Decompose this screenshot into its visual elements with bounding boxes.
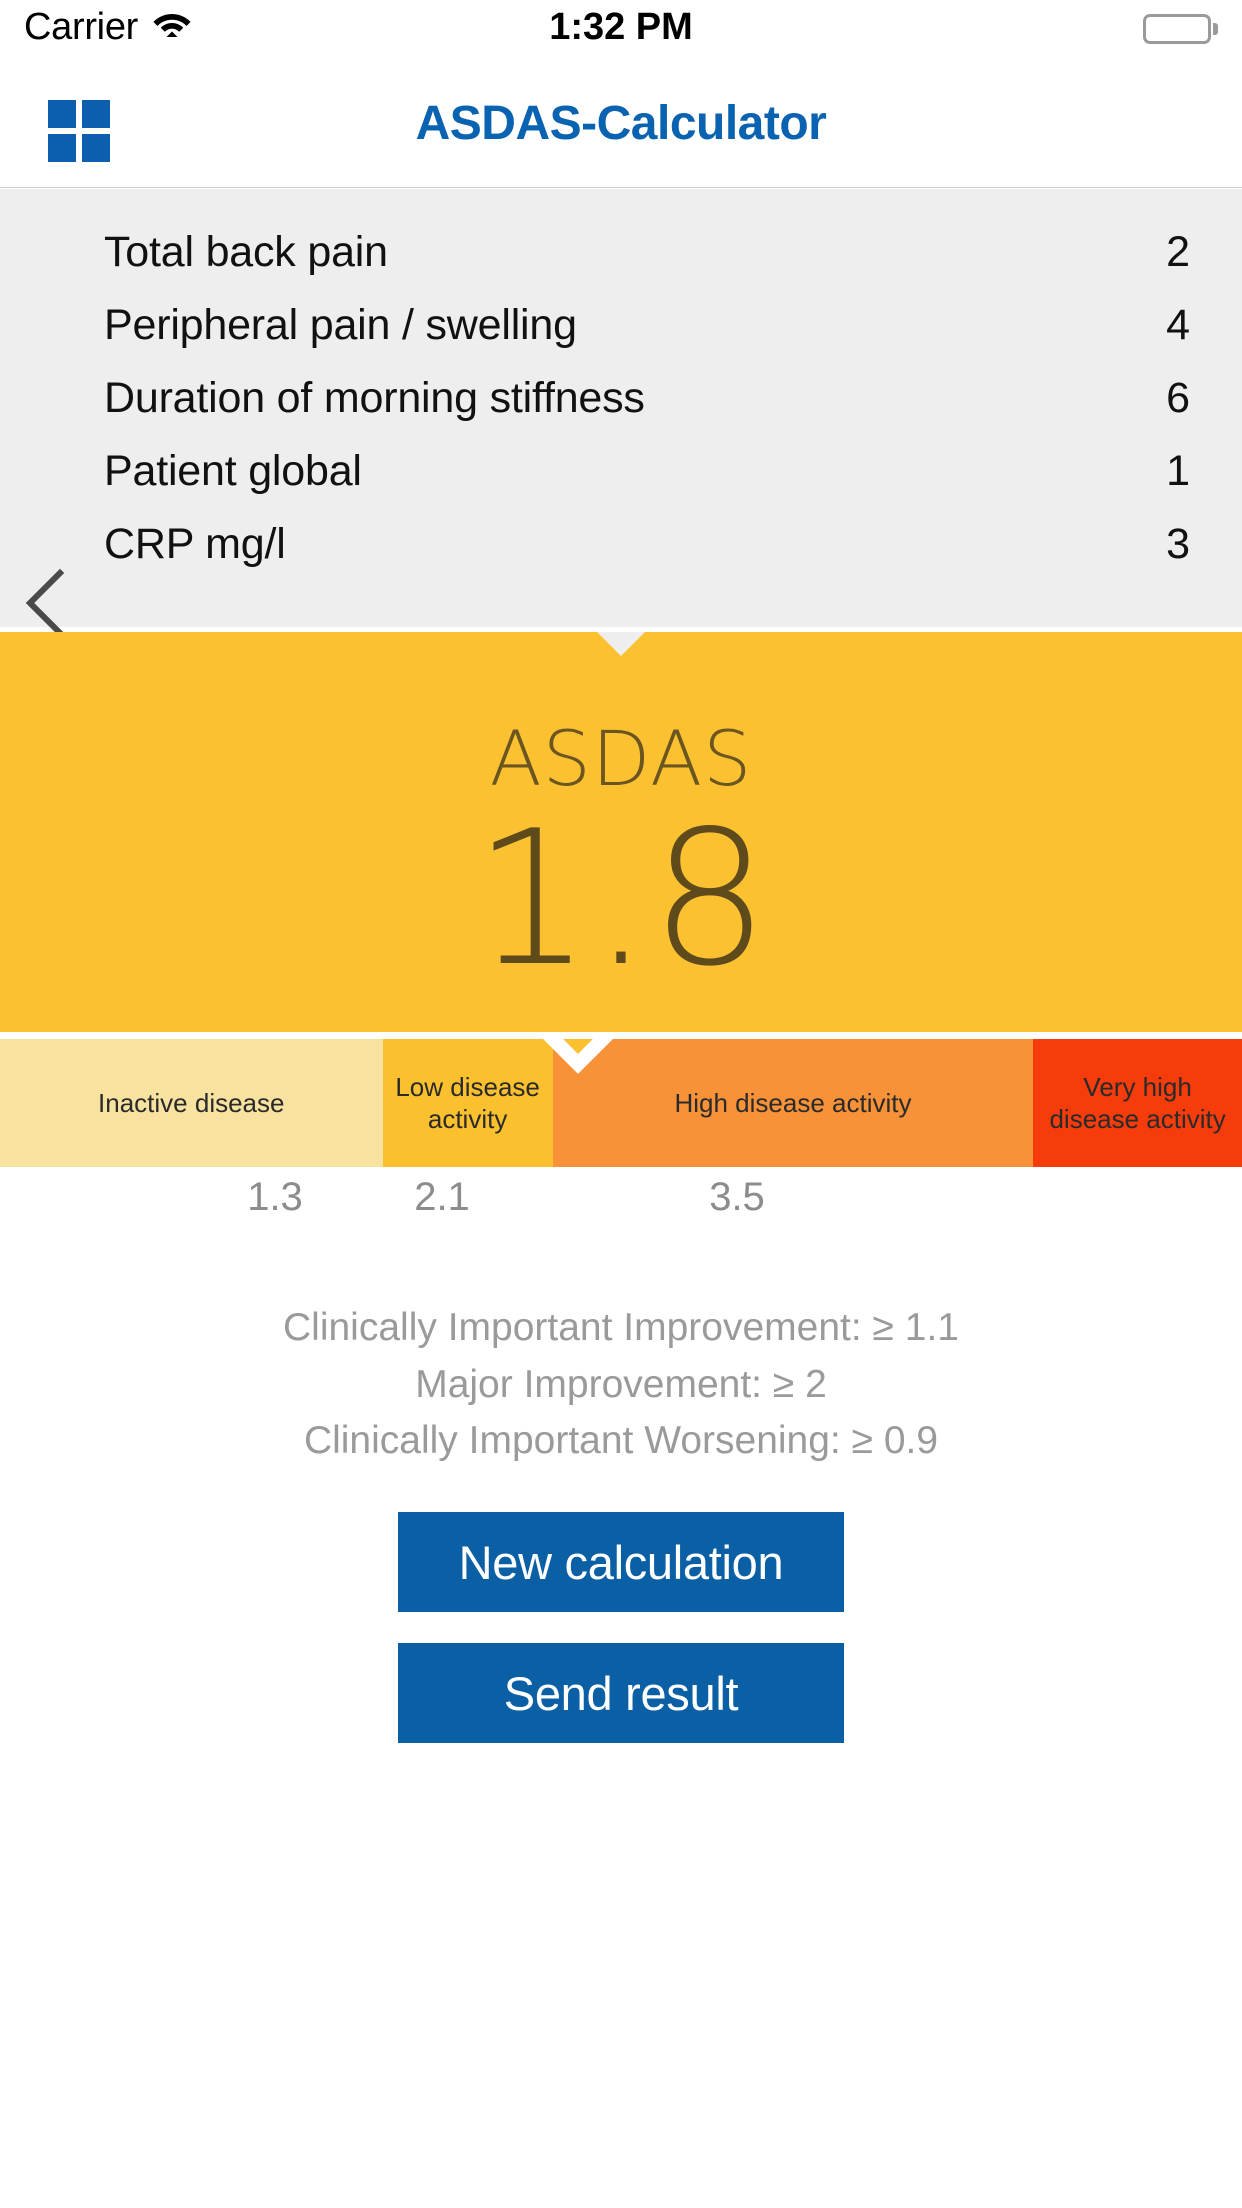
row-label: Total back pain	[104, 228, 388, 276]
tick-label: 2.1	[414, 1175, 470, 1219]
row-value: 2	[1166, 228, 1190, 276]
severity-segment-label: Very high disease activity	[1049, 1071, 1226, 1135]
row-value: 3	[1166, 520, 1190, 568]
send-result-button[interactable]: Send result	[398, 1643, 844, 1743]
status-bar-clock: 1:32 PM	[549, 6, 693, 48]
severity-tick-labels: 1.3 2.1 3.5	[0, 1175, 1242, 1235]
page-title: ASDAS-Calculator	[415, 97, 827, 150]
new-calculation-button[interactable]: New calculation	[398, 1512, 844, 1612]
table-row: Peripheral pain / swelling 4	[104, 289, 1190, 362]
summary-list: Total back pain 2 Peripheral pain / swel…	[104, 216, 1190, 581]
severity-bar: Inactive disease Low disease activity Hi…	[0, 1039, 1242, 1167]
row-label: Patient global	[104, 447, 362, 495]
severity-scale: Inactive disease Low disease activity Hi…	[0, 1039, 1242, 1167]
result-score-value: 1.8	[473, 790, 769, 1007]
row-label: Duration of morning stiffness	[104, 374, 645, 422]
row-label: CRP mg/l	[104, 520, 286, 568]
criteria-line: Clinically Important Improvement: ≥ 1.1	[283, 1306, 959, 1349]
app-screen: Carrier 1:32 PM ASDAS-Calculator Total b…	[0, 0, 1242, 2208]
severity-segment-label: Inactive disease	[98, 1087, 285, 1118]
row-value: 4	[1166, 301, 1190, 349]
row-value: 6	[1166, 374, 1190, 422]
table-row: Patient global 1	[104, 435, 1190, 508]
tick-label: 3.5	[709, 1175, 765, 1219]
severity-segment-label: Low disease activity	[395, 1071, 540, 1135]
asdas-result-panel: ASDAS 1.8	[0, 632, 1242, 1032]
severity-segment-inactive: Inactive disease	[0, 1039, 383, 1167]
battery-full-icon	[1143, 14, 1218, 44]
row-label: Peripheral pain / swelling	[104, 301, 577, 349]
criteria-block: Clinically Important Improvement: ≥ 1.1 …	[0, 1300, 1242, 1470]
severity-segment-high: High disease activity	[552, 1039, 1034, 1167]
table-row: CRP mg/l 3	[104, 508, 1190, 581]
severity-segment-label: High disease activity	[674, 1087, 912, 1118]
severity-segment-low: Low disease activity	[382, 1039, 553, 1167]
criteria-line: Major Improvement: ≥ 2	[415, 1362, 827, 1406]
chevron-left-icon[interactable]	[18, 563, 78, 643]
severity-segment-very-high: Very high disease activity	[1033, 1039, 1242, 1167]
tick-label: 1.3	[247, 1175, 303, 1219]
row-value: 1	[1166, 447, 1190, 495]
status-bar: Carrier 1:32 PM	[0, 0, 1242, 56]
nav-bar: ASDAS-Calculator	[0, 56, 1242, 188]
table-row: Total back pain 2	[104, 216, 1190, 289]
summary-panel: Total back pain 2 Peripheral pain / swel…	[0, 189, 1242, 638]
criteria-line: Clinically Important Worsening: ≥ 0.9	[303, 1419, 939, 1463]
panel-notch-icon	[588, 632, 654, 668]
table-row: Duration of morning stiffness 6	[104, 362, 1190, 435]
